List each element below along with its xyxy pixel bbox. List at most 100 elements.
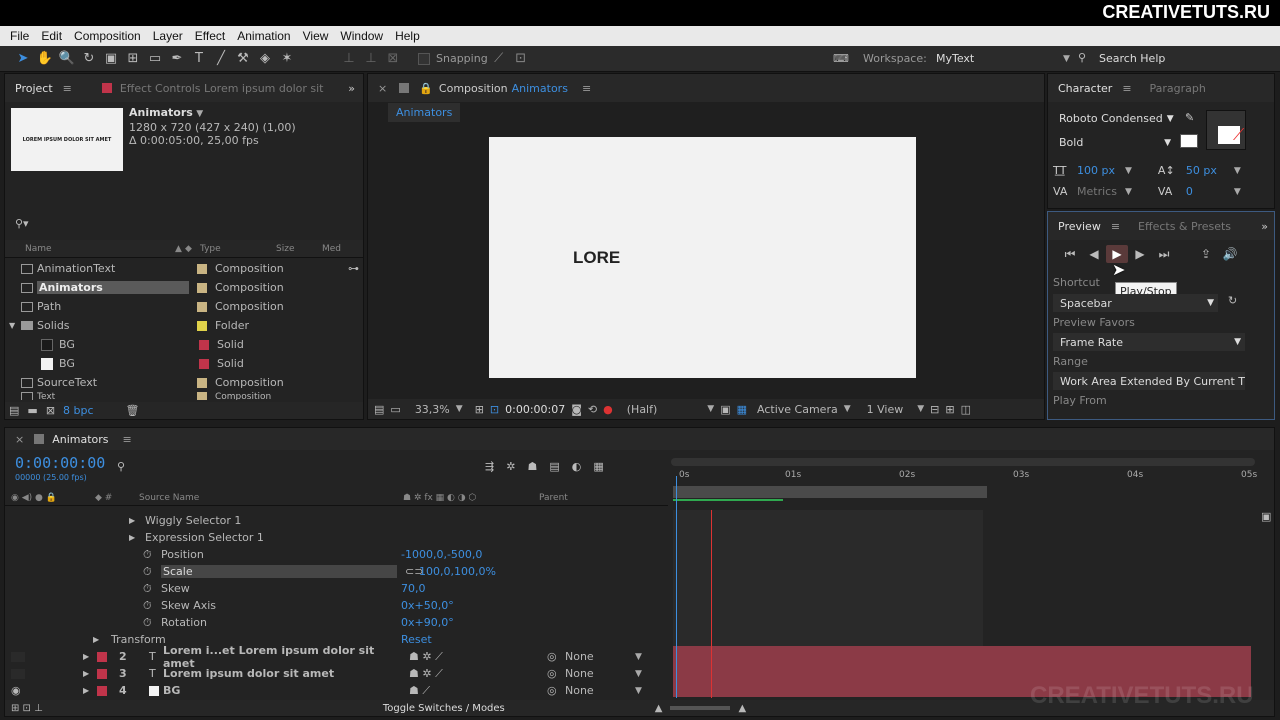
zoom-slider[interactable] — [670, 706, 731, 710]
axis-view-icon[interactable]: ⊠ — [382, 48, 404, 70]
list-item[interactable]: Text Composition — [5, 392, 363, 400]
comp-button-icon[interactable]: ▣ — [1261, 510, 1271, 523]
column-source-name[interactable]: Source Name — [139, 493, 403, 503]
twirl-right-icon[interactable]: ▶ — [129, 533, 145, 542]
stopwatch-icon[interactable]: ⏱ — [143, 582, 161, 596]
stopwatch-icon[interactable]: ⏱ — [143, 565, 161, 579]
font-style-select[interactable]: Bold ▼ — [1059, 136, 1171, 149]
snapping-checkbox[interactable] — [418, 52, 430, 65]
video-switch[interactable] — [11, 668, 25, 679]
chevron-down-icon[interactable]: ▼ — [456, 404, 463, 414]
chevron-down-icon[interactable]: ▼ — [1063, 54, 1070, 64]
list-item[interactable]: SourceText Composition — [5, 373, 363, 392]
list-item[interactable]: Animators Composition — [5, 278, 363, 297]
column-media[interactable]: Med — [322, 244, 341, 254]
toggle-switches-modes[interactable]: Toggle Switches / Modes — [383, 703, 505, 714]
expand-icon[interactable]: » — [1261, 220, 1268, 233]
chevron-down-icon[interactable]: ▼ — [635, 669, 642, 679]
layer-switches-icons[interactable]: ☗ ✲ ⟋ — [409, 650, 547, 664]
workspace-select[interactable]: MyText — [936, 52, 974, 65]
previous-frame-icon[interactable]: ◀ — [1082, 247, 1106, 261]
resolution-select[interactable]: (Half) — [627, 403, 658, 416]
toggle-pixel-icon[interactable]: ⊟ — [930, 403, 939, 416]
preview-favors-select[interactable]: Frame Rate ▼ — [1053, 333, 1245, 351]
column-name[interactable]: Name — [25, 244, 175, 254]
puppet-tool-icon[interactable]: ✶ — [276, 48, 298, 70]
new-folder-icon[interactable]: ▬ — [27, 404, 37, 417]
menu-help[interactable]: Help — [389, 29, 426, 43]
twirl-right-icon[interactable]: ▶ — [83, 686, 97, 695]
menu-view[interactable]: View — [297, 29, 335, 43]
next-frame-icon[interactable]: ▶ — [1128, 247, 1152, 261]
tab-preview[interactable]: Preview — [1058, 220, 1101, 233]
twirl-down-icon[interactable]: ▼ — [9, 321, 21, 330]
selection-tool-icon[interactable]: ➤ — [12, 48, 34, 70]
graph-editor-icon[interactable]: ▦ — [593, 460, 603, 473]
property-value[interactable]: 100,0,100,0% — [419, 565, 496, 578]
clone-stamp-tool-icon[interactable]: ⚒ — [232, 48, 254, 70]
list-item[interactable]: ⏱ Rotation 0x+90,0° — [5, 614, 668, 631]
font-family-select[interactable]: Roboto Condensed ▼ — [1059, 112, 1189, 125]
shy-layers-icon[interactable]: ☗ — [527, 460, 537, 473]
rectangle-tool-icon[interactable]: ▭ — [144, 48, 166, 70]
property-value[interactable]: 0x+50,0° — [401, 599, 454, 612]
axis-world-icon[interactable]: ⊥ — [360, 48, 382, 70]
menu-window[interactable]: Window — [334, 29, 389, 43]
property-value[interactable]: 70,0 — [401, 582, 426, 595]
menu-icon[interactable]: ≡ — [63, 82, 72, 95]
channel-icon[interactable]: ● — [603, 403, 613, 416]
search-icon[interactable]: ⚲ — [117, 460, 125, 473]
chevron-down-icon[interactable]: ▼ — [707, 404, 714, 414]
twirl-right-icon[interactable]: ▶ — [83, 669, 97, 678]
fill-stroke-swatch[interactable]: ⟋ — [1206, 110, 1246, 150]
chevron-down-icon[interactable]: ▼ — [1234, 166, 1241, 176]
video-switch[interactable] — [11, 651, 25, 662]
camera-tool-icon[interactable]: ▣ — [100, 48, 122, 70]
menu-animation[interactable]: Animation — [231, 29, 296, 43]
chevron-down-icon[interactable]: ▼ — [196, 109, 203, 119]
chevron-down-icon[interactable]: ▼ — [635, 652, 642, 662]
tab-paragraph[interactable]: Paragraph — [1150, 82, 1206, 95]
interpret-footage-icon[interactable]: ▤ — [9, 404, 19, 417]
menu-icon[interactable]: ≡ — [123, 433, 132, 446]
composition-mini-flowchart-icon[interactable]: ⇶ — [485, 460, 494, 473]
first-frame-icon[interactable]: ⏮ — [1058, 247, 1082, 262]
draft-3d-icon[interactable]: ✲ — [506, 460, 515, 473]
twirl-right-icon[interactable]: ▶ — [93, 635, 111, 644]
shortcut-select[interactable]: Spacebar ▼ — [1053, 294, 1218, 312]
chevron-down-icon[interactable]: ▼ — [1125, 187, 1132, 197]
tab-effect-controls[interactable]: Effect Controls Lorem ipsum dolor sit — [120, 82, 324, 95]
property-value[interactable]: -1000,0,-500,0 — [401, 548, 482, 561]
monitor-icon[interactable]: ▭ — [390, 403, 400, 416]
loop-icon[interactable]: ⇪ — [1194, 247, 1218, 261]
menu-icon[interactable]: ≡ — [582, 82, 591, 95]
audio-icon[interactable]: 🔊 — [1218, 247, 1242, 261]
comp-breadcrumb[interactable]: Animators — [388, 103, 461, 122]
label-swatch[interactable] — [97, 685, 107, 696]
eyedropper-icon[interactable]: ✎ — [1185, 111, 1194, 124]
rotate-tool-icon[interactable]: ↻ — [78, 48, 100, 70]
label-swatch[interactable] — [97, 651, 107, 662]
table-row[interactable]: ▶ 2 T Lorem i...et Lorem ipsum dolor sit… — [5, 644, 668, 670]
eraser-tool-icon[interactable]: ◈ — [254, 48, 276, 70]
label-swatch[interactable] — [97, 668, 107, 679]
tab-composition-prefix[interactable]: Composition — [439, 82, 508, 95]
layer-switches-icons[interactable]: ☗ ⟋ — [409, 684, 547, 698]
stopwatch-icon[interactable]: ⏱ — [143, 616, 161, 630]
last-frame-icon[interactable]: ⏭ — [1152, 247, 1176, 262]
list-item[interactable]: ▶ Expression Selector 1 — [5, 529, 668, 546]
parent-select[interactable]: None — [565, 667, 635, 680]
list-item[interactable]: ⏱ Skew Axis 0x+50,0° — [5, 597, 668, 614]
reset-icon[interactable]: ↻ — [1228, 294, 1237, 307]
hand-tool-icon[interactable]: ✋ — [34, 48, 56, 70]
snapshot-icon[interactable]: ◙ — [571, 403, 582, 416]
chevron-down-icon[interactable]: ▼ — [917, 404, 924, 414]
axis-local-icon[interactable]: ⊥ — [338, 48, 360, 70]
tab-effects-presets[interactable]: Effects & Presets — [1138, 220, 1231, 233]
zoom-out-icon[interactable]: ▲ — [655, 703, 663, 714]
tab-composition-name[interactable]: Animators — [512, 82, 568, 95]
snap-icon[interactable]: ⟋ — [488, 48, 510, 70]
menu-layer[interactable]: Layer — [147, 29, 189, 43]
transparency-grid-icon[interactable]: ▦ — [737, 403, 747, 416]
show-snapshot-icon[interactable]: ⟲ — [588, 403, 597, 416]
